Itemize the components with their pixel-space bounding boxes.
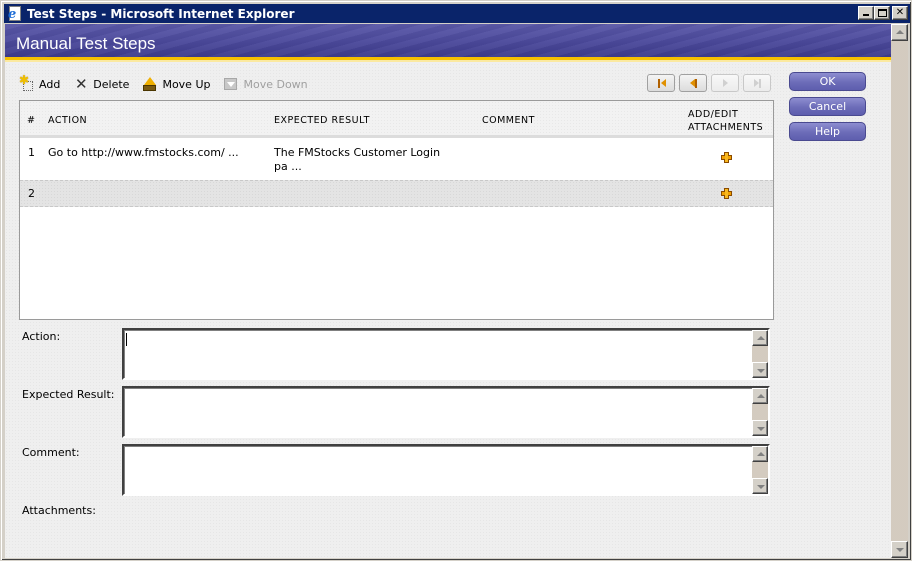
page-scrollbar[interactable] [891, 24, 908, 558]
action-textarea[interactable] [122, 328, 770, 380]
arrow-down-icon [757, 427, 765, 431]
move-down-label: Move Down [243, 77, 308, 91]
maximize-icon [878, 9, 887, 17]
minimize-icon [863, 14, 869, 16]
add-label: Add [39, 77, 61, 91]
add-icon: ✱ [19, 73, 35, 92]
table-row[interactable]: 2 [20, 180, 773, 207]
expected-result-label: Expected Result: [22, 388, 115, 401]
arrow-up-icon [757, 336, 765, 340]
steps-grid: # ACTION EXPECTED RESULT COMMENT ADD/EDI… [19, 100, 774, 320]
close-icon: ✕ [895, 7, 905, 18]
expected-result-textarea[interactable] [122, 386, 770, 438]
next-page-button[interactable] [711, 74, 739, 92]
row-expected-result-line1: The FMStocks Customer Login [274, 146, 441, 159]
comment-scrollbar[interactable] [752, 446, 768, 494]
scroll-down-button[interactable] [752, 478, 768, 494]
arrow-down-icon [757, 485, 765, 489]
close-button[interactable]: ✕ [892, 6, 908, 20]
arrow-down-icon [896, 548, 904, 552]
steps-toolbar: ✱ Add ✕ Delete Move Up Move Down [19, 73, 321, 93]
scroll-up-button[interactable] [752, 388, 768, 404]
row-action: Go to http://www.fmstocks.com/ ... [48, 146, 239, 159]
delete-label: Delete [93, 77, 130, 91]
row-number: 2 [28, 187, 35, 200]
header-accent-line-light [5, 60, 891, 62]
action-label: Action: [22, 330, 61, 343]
move-up-button[interactable]: Move Up [142, 76, 210, 92]
move-up-icon [142, 76, 158, 92]
delete-icon: ✕ [75, 75, 88, 93]
column-number[interactable]: # [27, 115, 35, 126]
arrow-up-icon [896, 30, 904, 34]
help-button[interactable]: Help [789, 122, 866, 141]
row-expected-result-line2: pa ... [274, 160, 302, 173]
first-page-button[interactable] [647, 74, 675, 92]
last-page-button[interactable] [743, 74, 771, 92]
arrow-up-icon [757, 452, 765, 456]
grid-header: # ACTION EXPECTED RESULT COMMENT ADD/EDI… [20, 101, 773, 138]
pager [647, 74, 771, 92]
scroll-up-button[interactable] [752, 330, 768, 346]
page-scroll-up-button[interactable] [891, 24, 908, 41]
page-content: Manual Test Steps ✱ Add ✕ Delete Move Up… [5, 24, 891, 558]
title-bar[interactable]: e Test Steps - Microsoft Internet Explor… [4, 4, 910, 23]
attachments-label: Attachments: [22, 504, 96, 517]
text-caret [126, 333, 127, 346]
page-title: Manual Test Steps [16, 34, 156, 53]
move-down-icon [223, 76, 239, 92]
browser-window: e Test Steps - Microsoft Internet Explor… [0, 0, 912, 561]
column-comment[interactable]: COMMENT [482, 115, 535, 126]
arrow-down-icon [757, 369, 765, 373]
table-row[interactable]: 1 Go to http://www.fmstocks.com/ ... The… [20, 138, 773, 180]
arrow-up-icon [757, 394, 765, 398]
comment-textarea[interactable] [122, 444, 770, 496]
column-expected-result[interactable]: EXPECTED RESULT [274, 115, 370, 126]
maximize-button[interactable] [874, 6, 890, 20]
previous-page-button[interactable] [679, 74, 707, 92]
scroll-down-button[interactable] [752, 362, 768, 378]
add-step-button[interactable]: ✱ Add [19, 73, 61, 92]
internet-explorer-icon: e [7, 5, 23, 22]
window-title: Test Steps - Microsoft Internet Explorer [27, 6, 295, 21]
move-down-button[interactable]: Move Down [223, 76, 308, 92]
expected-result-scrollbar[interactable] [752, 388, 768, 436]
scroll-up-button[interactable] [752, 446, 768, 462]
page-scroll-down-button[interactable] [891, 541, 908, 558]
ok-button[interactable]: OK [789, 72, 866, 91]
row-number: 1 [28, 146, 35, 159]
move-up-label: Move Up [162, 77, 211, 91]
delete-step-button[interactable]: ✕ Delete [73, 76, 129, 92]
add-attachment-icon[interactable] [722, 153, 731, 162]
action-scrollbar[interactable] [752, 330, 768, 378]
column-attachments-line2[interactable]: ATTACHMENTS [688, 122, 763, 133]
scroll-down-button[interactable] [752, 420, 768, 436]
comment-label: Comment: [22, 446, 80, 459]
minimize-button[interactable] [858, 6, 874, 20]
column-attachments-line1[interactable]: ADD/EDIT [688, 109, 738, 120]
dialog-actions: OK Cancel Help [789, 72, 866, 141]
column-action[interactable]: ACTION [48, 115, 87, 126]
add-attachment-icon[interactable] [722, 189, 731, 198]
cancel-button[interactable]: Cancel [789, 97, 866, 116]
